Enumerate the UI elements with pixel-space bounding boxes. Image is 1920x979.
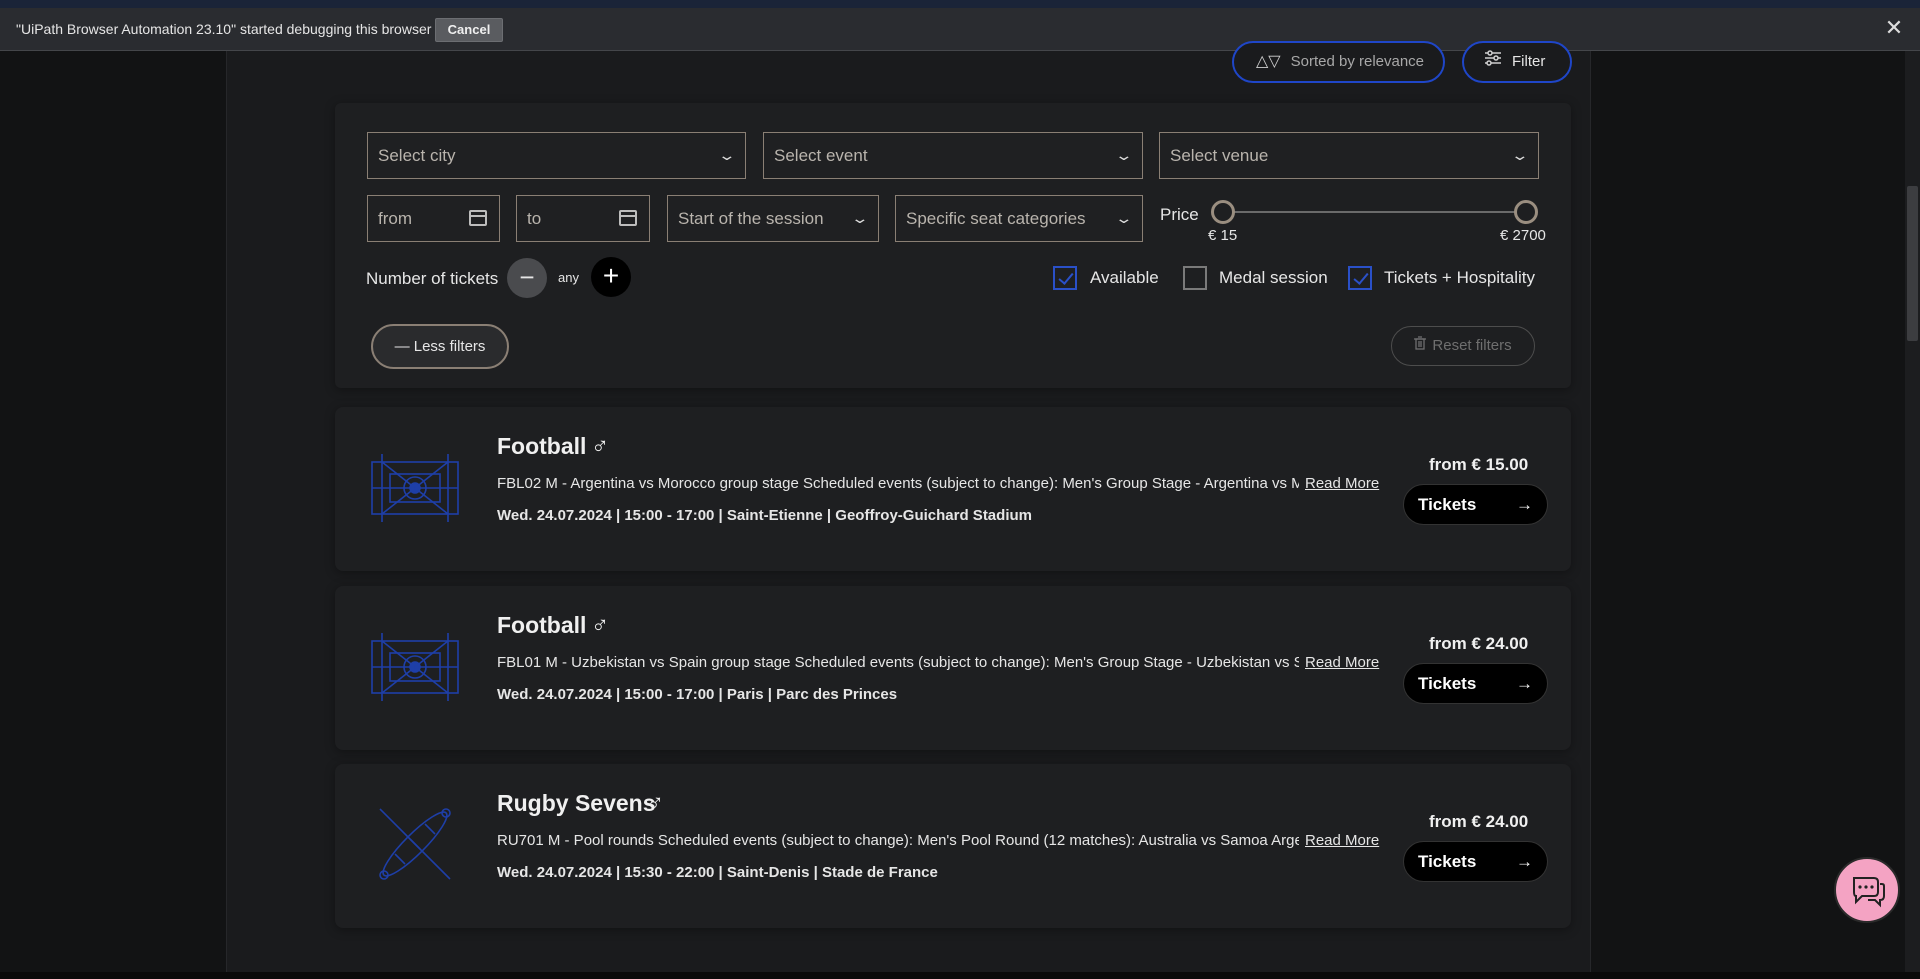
cancel-debugging-button[interactable]: Cancel <box>435 18 503 42</box>
price-from: from € 24.00 <box>1429 634 1529 653</box>
date-from-placeholder: from <box>378 209 412 228</box>
tickets-hospitality-label: Tickets + Hospitality <box>1384 268 1535 287</box>
seat-categories-select[interactable]: Specific seat categories ⌄ <box>895 195 1143 242</box>
rugby-sevens-pictogram-icon <box>379 808 451 880</box>
sort-arrows-icon: △▽ <box>1256 53 1281 70</box>
less-filters-button[interactable]: — Less filters <box>371 324 509 369</box>
available-checkbox[interactable] <box>1053 266 1077 290</box>
event-description: RU701 M - Pool rounds Scheduled events (… <box>497 832 1299 849</box>
male-symbol-icon: ♂ <box>591 433 609 460</box>
tickets-button-label: Tickets <box>1418 495 1477 514</box>
price-max-value: € 2700 <box>1500 227 1546 244</box>
available-label: Available <box>1090 268 1159 287</box>
tickets-hospitality-checkbox[interactable] <box>1348 266 1372 290</box>
chevron-down-icon: ⌄ <box>850 210 870 226</box>
session-start-placeholder: Start of the session <box>678 209 824 228</box>
tickets-button-label: Tickets <box>1418 852 1477 871</box>
date-to-placeholder: to <box>527 209 542 228</box>
filter-button[interactable]: Filter <box>1462 41 1572 83</box>
event-meta: Wed. 24.07.2024 | 15:00 - 17:00 | Paris … <box>497 686 898 703</box>
date-from-field[interactable]: from <box>367 195 500 242</box>
sliders-icon <box>1484 43 1502 81</box>
tickets-button-label: Tickets <box>1418 674 1477 693</box>
event-select[interactable]: Select event ⌄ <box>763 132 1143 179</box>
event-card: Rugby Sevens ♂ RU701 M - Pool rounds Sch… <box>335 764 1571 928</box>
chevron-down-icon: ⌄ <box>1114 147 1134 163</box>
price-min-handle[interactable] <box>1211 200 1235 224</box>
medal-session-label: Medal session <box>1219 268 1328 287</box>
city-placeholder: Select city <box>378 146 456 165</box>
reset-filters-label: Reset filters <box>1432 337 1512 354</box>
chat-bubble-icon <box>1853 877 1885 908</box>
seat-categories-placeholder: Specific seat categories <box>906 209 1086 228</box>
trash-icon <box>1414 327 1427 365</box>
sort-label: Sorted by relevance <box>1290 53 1425 70</box>
calendar-icon[interactable] <box>619 210 637 226</box>
debugging-infobar: "UiPath Browser Automation 23.10" starte… <box>0 8 1920 51</box>
arrow-right-icon: → <box>1516 852 1533 871</box>
scrollbar-thumb[interactable] <box>1907 186 1918 341</box>
football-pictogram-icon <box>371 633 459 701</box>
event-meta: Wed. 24.07.2024 | 15:00 - 17:00 | Saint-… <box>497 507 1032 524</box>
medal-session-checkbox[interactable] <box>1183 266 1207 290</box>
session-start-select[interactable]: Start of the session ⌄ <box>667 195 879 242</box>
event-placeholder: Select event <box>774 146 868 165</box>
bottom-bar <box>0 972 1920 979</box>
tickets-button[interactable]: Tickets → <box>1403 663 1548 704</box>
calendar-icon[interactable] <box>469 210 487 226</box>
number-of-tickets-label: Number of tickets <box>366 269 499 288</box>
read-more-link[interactable]: Read More <box>1305 475 1379 492</box>
event-description: FBL01 M - Uzbekistan vs Spain group stag… <box>497 654 1299 671</box>
venue-select[interactable]: Select venue ⌄ <box>1159 132 1539 179</box>
tickets-value: any <box>558 270 579 285</box>
event-card: Football ♂ FBL01 M - Uzbekistan vs Spain… <box>335 586 1571 750</box>
football-pictogram-icon <box>371 454 459 522</box>
sort-button[interactable]: △▽ Sorted by relevance <box>1232 41 1445 83</box>
read-more-link[interactable]: Read More <box>1305 654 1379 671</box>
date-to-field[interactable]: to <box>516 195 650 242</box>
decrease-tickets-button[interactable]: − <box>507 258 547 298</box>
venue-placeholder: Select venue <box>1170 146 1269 165</box>
price-max-handle[interactable] <box>1514 200 1538 224</box>
city-select[interactable]: Select city ⌄ <box>367 132 746 179</box>
price-slider-track[interactable] <box>1223 211 1526 213</box>
chevron-down-icon: ⌄ <box>717 147 737 163</box>
chat-button[interactable] <box>1834 857 1900 923</box>
price-from: from € 24.00 <box>1429 812 1529 831</box>
event-description: FBL02 M - Argentina vs Morocco group sta… <box>497 475 1299 492</box>
close-icon[interactable]: ✕ <box>1882 16 1906 40</box>
debugging-message: "UiPath Browser Automation 23.10" starte… <box>16 21 432 37</box>
price-min-value: € 15 <box>1208 227 1238 244</box>
sport-title: Football <box>497 612 587 638</box>
arrow-right-icon: → <box>1516 674 1533 693</box>
filter-label: Filter <box>1512 53 1546 70</box>
tickets-button[interactable]: Tickets → <box>1403 841 1548 882</box>
increase-tickets-button[interactable]: + <box>591 257 631 297</box>
reset-filters-button[interactable]: Reset filters <box>1391 326 1535 366</box>
arrow-right-icon: → <box>1516 495 1533 514</box>
sport-title: Rugby Sevens <box>497 790 656 816</box>
event-meta: Wed. 24.07.2024 | 15:30 - 22:00 | Saint-… <box>497 864 938 881</box>
male-symbol-icon: ♂ <box>646 790 664 817</box>
chevron-down-icon: ⌄ <box>1510 147 1530 163</box>
browser-top-strip <box>0 0 1920 8</box>
read-more-link[interactable]: Read More <box>1305 832 1379 849</box>
male-symbol-icon: ♂ <box>591 612 609 639</box>
sport-title: Football <box>497 433 587 459</box>
tickets-button[interactable]: Tickets → <box>1403 484 1548 525</box>
event-card: Football ♂ FBL02 M - Argentina vs Morocc… <box>335 407 1571 571</box>
price-from: from € 15.00 <box>1429 455 1529 474</box>
price-label: Price <box>1160 205 1199 224</box>
chevron-down-icon: ⌄ <box>1114 210 1134 226</box>
